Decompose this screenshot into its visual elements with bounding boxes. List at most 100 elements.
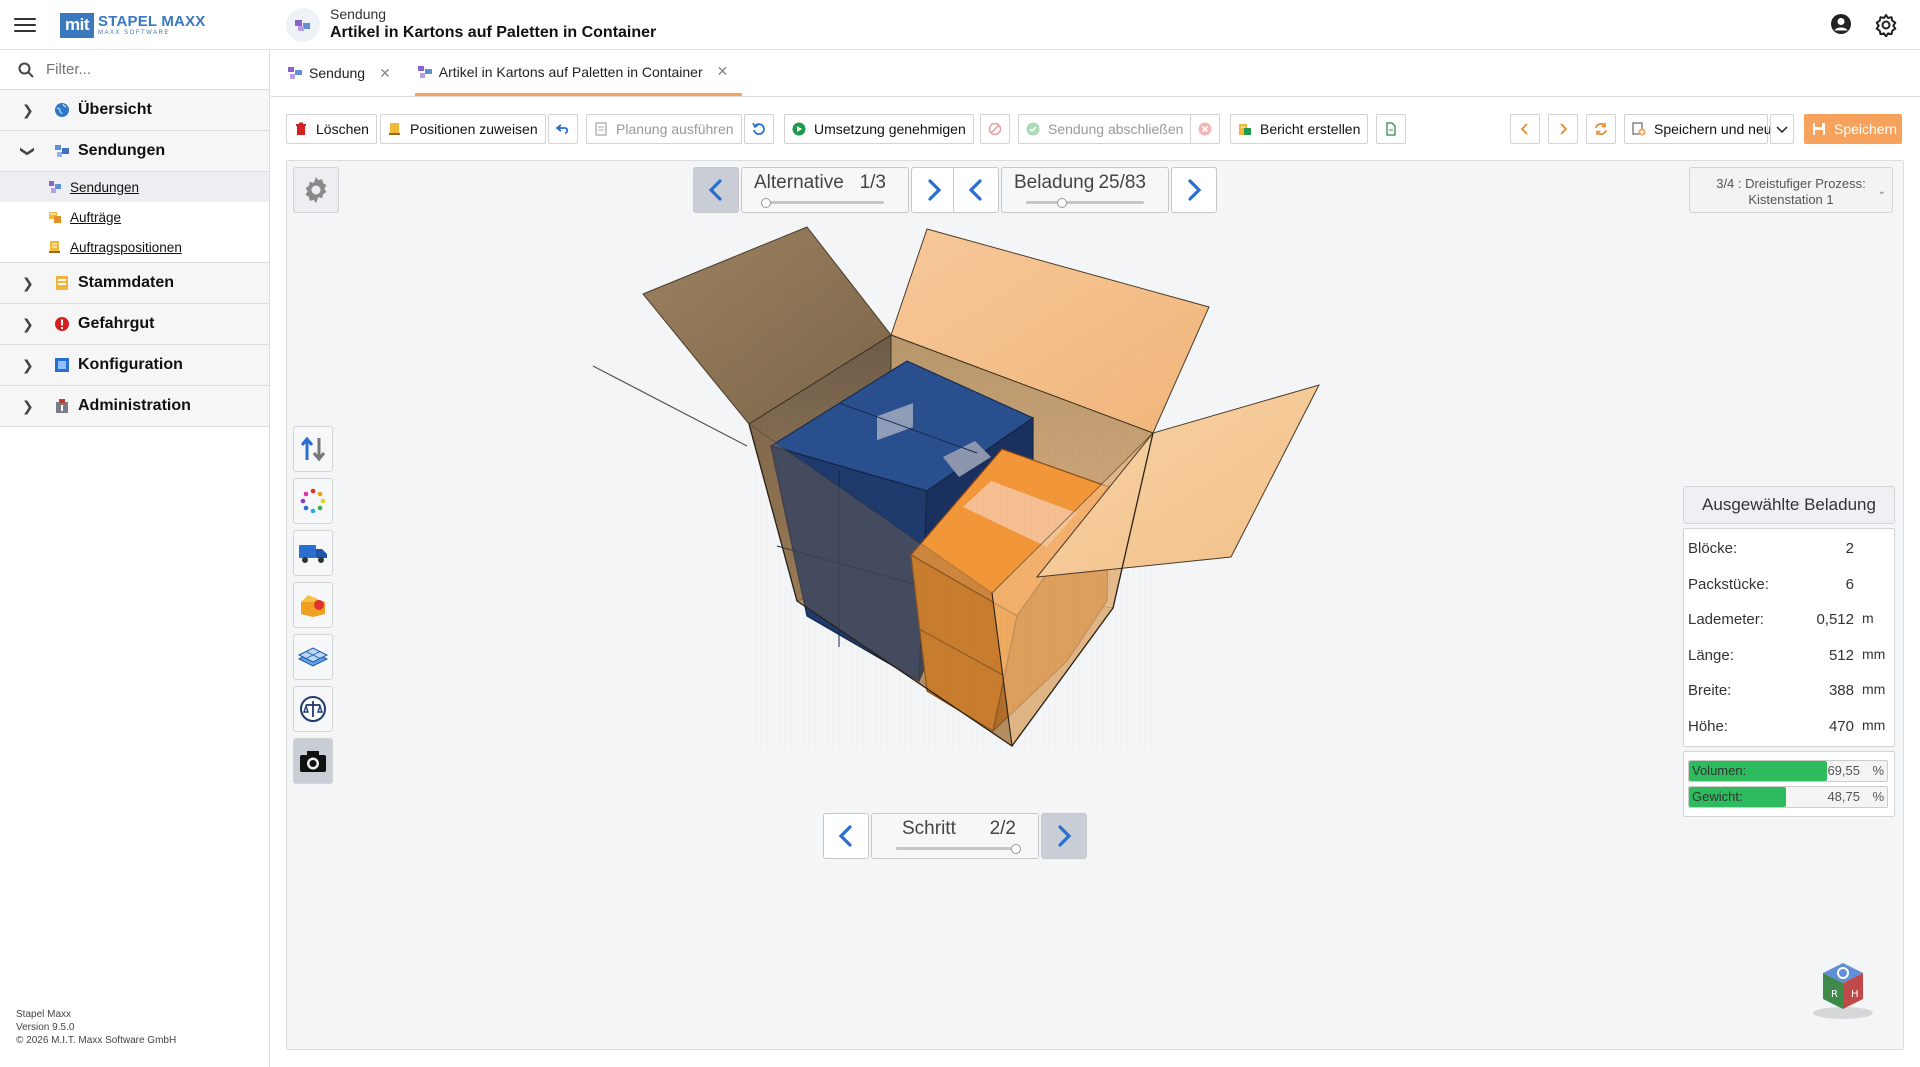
row-label: Lademeter: bbox=[1688, 611, 1764, 629]
close-icon[interactable]: ✕ bbox=[379, 65, 391, 82]
menu-icon[interactable] bbox=[14, 14, 36, 36]
row-label: Blöcke: bbox=[1688, 540, 1738, 558]
screenshot-tool-button[interactable] bbox=[293, 738, 333, 784]
refresh-button[interactable] bbox=[1586, 114, 1616, 144]
save-options-dropdown[interactable] bbox=[1770, 114, 1794, 144]
sidebar-item-konfiguration[interactable]: ❯ Konfiguration bbox=[0, 345, 269, 386]
chevron-right-icon: ❯ bbox=[22, 397, 34, 414]
user-account-icon[interactable] bbox=[1830, 13, 1852, 35]
sort-tool-button[interactable] bbox=[293, 426, 333, 472]
step-value: 2/2 bbox=[989, 818, 1016, 839]
sidebar-item-label: Administration bbox=[78, 397, 191, 414]
loading-label: Beladung bbox=[1014, 172, 1095, 193]
sidebar-subitem-auftragspositionen[interactable]: Auftragspositionen bbox=[0, 232, 269, 262]
step-next-button[interactable] bbox=[1041, 813, 1087, 859]
close-icon[interactable]: ✕ bbox=[717, 63, 729, 80]
loading-slider-handle[interactable] bbox=[1057, 198, 1067, 208]
sidebar-subitem-label: Sendungen bbox=[70, 179, 140, 195]
cancel-completion-button[interactable] bbox=[1190, 114, 1220, 144]
complete-shipment-button[interactable]: Sendung abschließen bbox=[1018, 114, 1192, 144]
floppy-disk-icon bbox=[1813, 123, 1825, 135]
logo[interactable]: mit STAPEL MAXX MAXX SOFTWARE bbox=[60, 11, 206, 39]
play-circle-icon bbox=[792, 122, 806, 136]
sidebar-item-stammdaten[interactable]: ❯ Stammdaten bbox=[0, 263, 269, 304]
camera-icon bbox=[300, 751, 326, 772]
globe-icon bbox=[55, 103, 69, 117]
packaging-tool-button[interactable] bbox=[293, 582, 333, 628]
create-report-button[interactable]: Bericht erstellen bbox=[1230, 114, 1369, 144]
step-slider-track[interactable] bbox=[896, 847, 1014, 850]
sidebar-subitem-auftraege[interactable]: Aufträge bbox=[0, 202, 269, 232]
x-circle-icon bbox=[1198, 122, 1212, 136]
sidebar-item-sendungen[interactable]: ❯ Sendungen bbox=[0, 131, 269, 172]
alternative-slider-track[interactable] bbox=[766, 201, 884, 204]
weight-tool-button[interactable] bbox=[293, 686, 333, 732]
3d-viewport[interactable]: Alternative 1/3 Beladung 25/83 3/4 : Dre… bbox=[286, 160, 1904, 1050]
alternative-slider-handle[interactable] bbox=[761, 198, 771, 208]
page-title: Artikel in Kartons auf Paletten in Conta… bbox=[330, 24, 657, 41]
carton-wall-stripes bbox=[747, 421, 1157, 751]
sidebar-item-administration[interactable]: ❯ Administration bbox=[0, 386, 269, 427]
sidebar-subitem-label: Aufträge bbox=[70, 209, 122, 225]
context-label: Sendung bbox=[330, 6, 387, 22]
alternative-next-button[interactable] bbox=[911, 167, 957, 213]
loading-slider-track[interactable] bbox=[1026, 201, 1144, 204]
export-document-button[interactable] bbox=[1376, 114, 1406, 144]
trash-icon bbox=[296, 122, 306, 135]
chevron-left-icon bbox=[838, 825, 852, 847]
sidebar-item-label: Gefahrgut bbox=[78, 315, 155, 332]
color-tool-button[interactable] bbox=[293, 478, 333, 524]
shipments-icon bbox=[55, 145, 69, 157]
save-and-new-button[interactable]: Speichern und neu bbox=[1624, 114, 1772, 144]
undo-button[interactable] bbox=[548, 114, 578, 144]
layer-tool-button[interactable] bbox=[293, 634, 333, 680]
viewer-settings-button[interactable] bbox=[293, 167, 339, 213]
approve-button[interactable]: Umsetzung genehmigen bbox=[784, 114, 974, 144]
assign-positions-button[interactable]: Positionen zuweisen bbox=[380, 114, 546, 144]
next-record-button[interactable] bbox=[1548, 114, 1578, 144]
selected-loading-values: Blöcke: 2 Packstücke: 6 Lademeter: 0,512… bbox=[1683, 528, 1895, 747]
alternative-previous-button[interactable] bbox=[693, 167, 739, 213]
value-row-packages: Packstücke: 6 bbox=[1684, 567, 1894, 603]
row-value: 470 bbox=[1828, 717, 1854, 735]
cancel-approval-button[interactable] bbox=[980, 114, 1010, 144]
alternative-label: Alternative bbox=[754, 172, 844, 193]
save-button[interactable]: Speichern bbox=[1804, 114, 1902, 144]
navigation-cube[interactable]: R H bbox=[1807, 951, 1877, 1021]
selected-loading-panel: Ausgewählte Beladung Blöcke: 2 Packstück… bbox=[1683, 486, 1895, 817]
tab-sendung[interactable]: Sendung ✕ bbox=[285, 50, 405, 96]
filter-input[interactable] bbox=[46, 61, 246, 78]
row-label: Länge: bbox=[1688, 646, 1734, 664]
top-bar: mit STAPEL MAXX MAXX SOFTWARE Sendung Ar… bbox=[0, 0, 1920, 50]
previous-record-button[interactable] bbox=[1510, 114, 1540, 144]
utilization-bars: Volumen: 69,55 % Gewicht: 48,75 % bbox=[1683, 751, 1895, 817]
settings-gear-icon[interactable] bbox=[1874, 13, 1898, 38]
gear-icon bbox=[305, 176, 327, 204]
step-display: Schritt 2/2 bbox=[871, 813, 1039, 859]
vehicle-tool-button[interactable] bbox=[293, 530, 333, 576]
loading-3d-scene[interactable] bbox=[287, 161, 1904, 1050]
sidebar-item-gefahrgut[interactable]: ❯ Gefahrgut bbox=[0, 304, 269, 345]
step-previous-button[interactable] bbox=[823, 813, 869, 859]
progress-unit: % bbox=[1872, 763, 1884, 778]
refresh-icon bbox=[1595, 123, 1607, 135]
delete-button[interactable]: Löschen bbox=[286, 114, 377, 144]
process-line-1: 3/4 : Dreistufiger Prozess: bbox=[1716, 176, 1866, 191]
chevron-right-icon: ❯ bbox=[22, 356, 34, 373]
run-planning-button[interactable]: Planung ausführen bbox=[586, 114, 742, 144]
copyright-text: © 2026 M.I.T. Maxx Software GmbH bbox=[16, 1035, 177, 1046]
loading-next-button[interactable] bbox=[1171, 167, 1217, 213]
reset-button[interactable] bbox=[744, 114, 774, 144]
loading-previous-button[interactable] bbox=[953, 167, 999, 213]
process-select[interactable]: 3/4 : Dreistufiger Prozess: Kistenstatio… bbox=[1689, 167, 1893, 213]
selected-loading-title[interactable]: Ausgewählte Beladung bbox=[1683, 486, 1895, 524]
sidebar-subitem-sendungen[interactable]: Sendungen bbox=[0, 172, 269, 202]
assign-positions-label: Positionen zuweisen bbox=[410, 121, 538, 137]
svg-text:H: H bbox=[1851, 989, 1859, 1000]
sort-arrows-icon bbox=[300, 436, 326, 462]
step-slider-handle[interactable] bbox=[1011, 844, 1021, 854]
sidebar-item-uebersicht[interactable]: ❯ Übersicht bbox=[0, 90, 269, 131]
tab-artikel-in-kartons[interactable]: Artikel in Kartons auf Paletten in Conta… bbox=[414, 50, 743, 96]
value-row-blocks: Blöcke: 2 bbox=[1684, 531, 1894, 567]
master-data-icon bbox=[56, 276, 68, 290]
